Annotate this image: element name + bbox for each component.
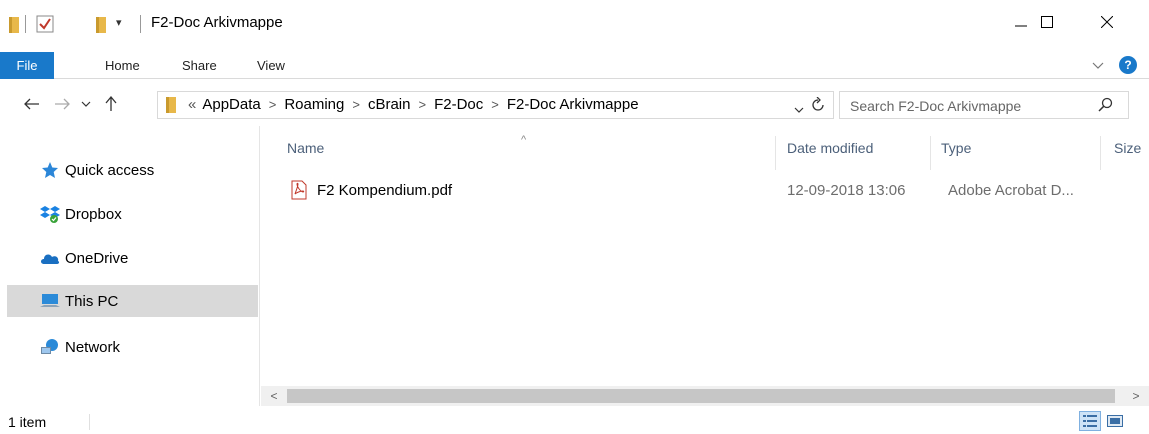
dropbox-icon xyxy=(39,205,61,223)
sidebar-item-quick-access[interactable]: Quick access xyxy=(7,154,258,186)
chevron-right-icon[interactable]: > xyxy=(269,97,277,112)
navigation-pane: Quick access Dropbox OneDrive This PC Ne… xyxy=(0,126,260,406)
column-header-date-modified[interactable]: Date modified xyxy=(787,140,873,156)
chevron-right-icon[interactable]: > xyxy=(418,97,426,112)
scrollbar-thumb[interactable] xyxy=(287,389,1115,403)
file-type: Adobe Acrobat D... xyxy=(948,182,1074,199)
column-header-size[interactable]: Size xyxy=(1114,140,1141,156)
breadcrumb-item[interactable]: F2-Doc xyxy=(434,96,483,113)
tab-share[interactable]: Share xyxy=(182,52,217,79)
file-date-modified: 12-09-2018 13:06 xyxy=(787,182,906,199)
back-button[interactable] xyxy=(22,92,42,116)
file-name[interactable]: F2 Kompendium.pdf xyxy=(317,182,452,199)
address-bar[interactable]: « AppData > Roaming > cBrain > F2-Doc > … xyxy=(157,91,834,119)
maximize-button[interactable] xyxy=(1024,0,1070,44)
breadcrumb-item[interactable]: Roaming xyxy=(284,96,344,113)
onedrive-icon xyxy=(39,249,61,267)
breadcrumb-item[interactable]: cBrain xyxy=(368,96,411,113)
help-icon[interactable]: ? xyxy=(1119,56,1137,74)
item-count: 1 item xyxy=(8,414,47,430)
network-icon xyxy=(39,338,61,356)
pdf-icon xyxy=(291,180,307,204)
sidebar-item-label: Quick access xyxy=(65,161,155,179)
search-box xyxy=(839,91,1129,119)
column-divider[interactable] xyxy=(1100,136,1101,170)
up-button[interactable] xyxy=(102,92,120,116)
divider xyxy=(25,15,26,33)
search-input[interactable] xyxy=(850,96,1080,116)
path-overflow-button[interactable]: « xyxy=(188,96,196,113)
chevron-right-icon[interactable]: > xyxy=(352,97,360,112)
file-list: ^ Name Date modified Type Size F2 Kompen… xyxy=(261,126,1149,386)
divider xyxy=(89,414,90,430)
new-folder-icon[interactable] xyxy=(96,17,106,36)
sidebar-item-network[interactable]: Network xyxy=(7,331,258,363)
large-icons-view-button[interactable] xyxy=(1104,411,1126,431)
tab-view[interactable]: View xyxy=(257,52,285,79)
sidebar-item-label: Network xyxy=(65,338,121,356)
column-divider[interactable] xyxy=(775,136,776,170)
close-button[interactable] xyxy=(1084,0,1130,44)
sidebar-item-dropbox[interactable]: Dropbox xyxy=(7,198,258,230)
column-header-type[interactable]: Type xyxy=(941,140,971,156)
breadcrumb-item[interactable]: AppData xyxy=(202,96,260,113)
sidebar-item-label: This PC xyxy=(65,292,119,310)
computer-icon xyxy=(39,292,61,310)
properties-icon[interactable] xyxy=(36,15,54,36)
sidebar-item-label: Dropbox xyxy=(65,205,122,223)
folder-icon xyxy=(166,97,176,116)
folder-icon xyxy=(9,17,19,36)
breadcrumb-item[interactable]: F2-Doc Arkivmappe xyxy=(507,96,639,113)
forward-button[interactable] xyxy=(52,92,72,116)
horizontal-scrollbar[interactable]: < > xyxy=(261,386,1149,406)
ribbon-tabs: File Home Share View ? xyxy=(0,52,1149,79)
column-divider[interactable] xyxy=(930,136,931,170)
search-icon[interactable] xyxy=(1098,97,1114,116)
window-title: F2-Doc Arkivmappe xyxy=(151,14,283,31)
star-icon xyxy=(39,161,61,179)
customize-toolbar-icon[interactable]: ▾ xyxy=(116,16,122,29)
tab-home[interactable]: Home xyxy=(105,52,140,79)
chevron-right-icon[interactable]: > xyxy=(491,97,499,112)
sidebar-item-label: OneDrive xyxy=(65,249,129,267)
address-dropdown-icon[interactable] xyxy=(794,101,804,117)
navigation-bar: « AppData > Roaming > cBrain > F2-Doc > … xyxy=(0,84,1149,126)
column-header-name[interactable]: Name xyxy=(287,140,324,156)
details-view-button[interactable] xyxy=(1079,411,1101,431)
scroll-right-icon[interactable]: > xyxy=(1127,388,1145,404)
sort-ascending-icon: ^ xyxy=(521,134,527,146)
expand-ribbon-icon[interactable] xyxy=(1092,58,1104,74)
sidebar-item-this-pc[interactable]: This PC xyxy=(7,285,258,317)
recent-locations-button[interactable] xyxy=(78,92,94,116)
refresh-icon[interactable] xyxy=(810,96,826,116)
breadcrumb: « AppData > Roaming > cBrain > F2-Doc > … xyxy=(188,96,639,113)
table-row[interactable]: F2 Kompendium.pdf 12-09-2018 13:06 Adobe… xyxy=(287,178,1149,202)
status-bar: 1 item xyxy=(0,408,1149,434)
scroll-left-icon[interactable]: < xyxy=(265,388,283,404)
sidebar-item-onedrive[interactable]: OneDrive xyxy=(7,242,258,274)
title-bar: ▾ F2-Doc Arkivmappe xyxy=(0,0,1149,44)
divider xyxy=(140,15,141,33)
tab-file[interactable]: File xyxy=(0,52,54,79)
